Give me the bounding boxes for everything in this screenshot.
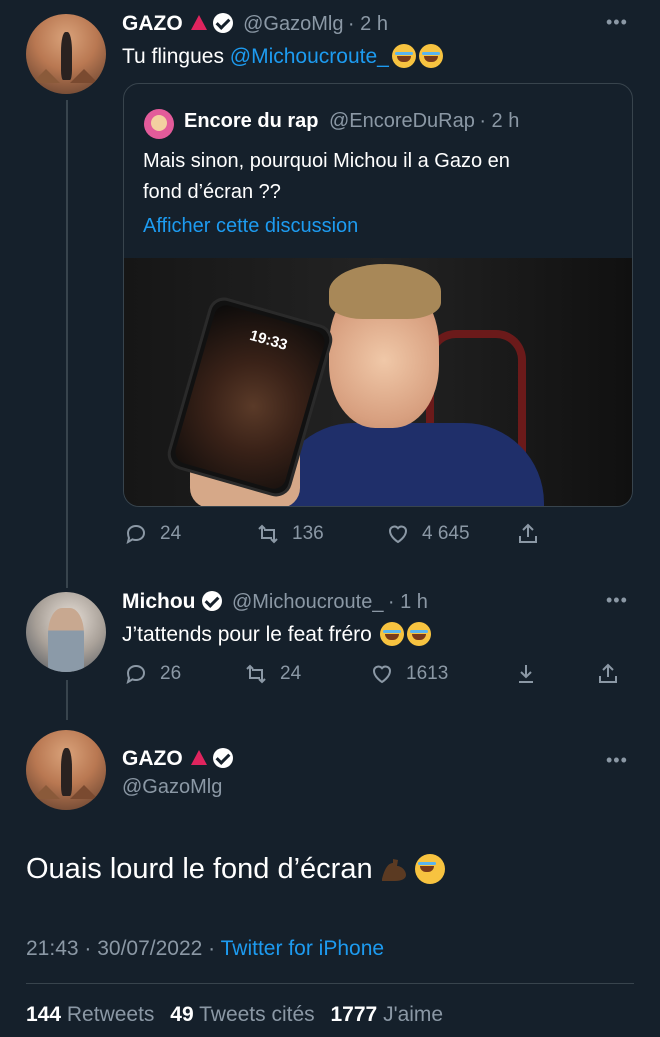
mention-link[interactable]: @Michoucroute_ <box>230 45 389 68</box>
author-handle[interactable]: @GazoMlg <box>122 776 222 799</box>
retweets-label: Retweets <box>66 1003 155 1026</box>
tweet-time[interactable]: · 2 h <box>348 13 388 35</box>
person-hair <box>329 264 441 319</box>
verified-icon <box>201 591 222 611</box>
author-handle[interactable]: @Michoucroute_ <box>232 591 383 613</box>
tweet-header: GAZO @GazoMlg · 2 h <box>122 12 388 36</box>
more-icon[interactable]: ••• <box>606 12 628 33</box>
tweet-text-body: J’tattends pour le feat fréro <box>122 623 372 646</box>
avatar[interactable] <box>26 730 106 810</box>
tweet-time[interactable]: 21:43 <box>26 937 79 960</box>
avatar[interactable] <box>26 14 106 94</box>
like-count: 1613 <box>406 663 449 684</box>
quoted-media-image[interactable]: 19:33 <box>124 258 632 506</box>
main-tweet-text-body: Ouais lourd le fond d’écran <box>26 853 373 885</box>
quotes-label: Tweets cités <box>199 1003 315 1026</box>
verified-icon <box>212 13 233 33</box>
quoted-time: · 2 h <box>479 110 520 132</box>
joy-emoji-icon <box>379 622 404 646</box>
share-button[interactable] <box>596 662 620 686</box>
tweet-timestamp: 21:43 · 30/07/2022 · Twitter for iPhone <box>26 937 385 960</box>
more-icon[interactable]: ••• <box>606 750 628 771</box>
tweet-text-prefix: Tu flingues <box>122 45 230 68</box>
heart-icon <box>372 665 392 684</box>
tweet-stats: 144 Retweets 49 Tweets cités 1777 J'aime <box>26 1003 443 1027</box>
rofl-emoji-icon <box>418 44 443 68</box>
quoted-text-line1: Mais sinon, pourquoi Michou il a Gazo en <box>143 150 510 172</box>
likes-label: J'aime <box>383 1003 444 1026</box>
tweet-source[interactable]: Twitter for iPhone <box>221 937 384 960</box>
heart-icon <box>388 525 408 544</box>
likes-stat[interactable]: 1777 J'aime <box>331 1003 444 1026</box>
reply-button[interactable]: 24 <box>124 522 181 546</box>
rofl-emoji-icon <box>391 44 416 68</box>
quotes-count: 49 <box>170 1003 194 1026</box>
divider <box>26 983 634 984</box>
thread-line <box>66 680 68 720</box>
download-arrow-icon <box>519 665 533 683</box>
person-body <box>274 423 544 506</box>
reply-button[interactable]: 26 <box>124 662 181 686</box>
likes-count: 1777 <box>330 1003 378 1026</box>
joy-emoji-icon <box>414 854 445 884</box>
verified-icon <box>212 748 233 768</box>
quoted-author-name: Encore du rap <box>184 110 319 132</box>
avatar[interactable] <box>26 592 106 672</box>
reply-icon <box>126 664 146 685</box>
retweet-icon <box>246 664 266 684</box>
retweet-button[interactable]: 136 <box>256 522 324 546</box>
red-triangle-icon <box>190 750 207 765</box>
red-triangle-icon <box>190 15 207 30</box>
author-name[interactable]: Michou <box>122 590 196 613</box>
tweet-date[interactable]: 30/07/2022 <box>97 937 202 960</box>
flexed-biceps-icon <box>381 859 406 881</box>
retweets-count: 144 <box>26 1003 62 1026</box>
retweet-count: 24 <box>280 663 302 684</box>
tweet-time[interactable]: · 1 h <box>388 591 428 613</box>
show-thread-link[interactable]: Afficher cette discussion <box>143 215 358 238</box>
share-icon <box>519 523 537 543</box>
thread-line <box>66 100 68 588</box>
tweet-text: J’tattends pour le feat fréro <box>122 622 431 647</box>
retweets-stat[interactable]: 144 Retweets <box>26 1003 154 1026</box>
quoted-tweet[interactable]: Encore du rap @EncoreDuRap · 2 h Mais si… <box>123 83 633 507</box>
main-tweet-text: Ouais lourd le fond d’écran <box>26 853 445 886</box>
bookmark-button[interactable] <box>514 662 538 686</box>
quoted-header: Encore du rap @EncoreDuRap · 2 h <box>184 110 519 133</box>
author-name[interactable]: GAZO <box>122 12 183 35</box>
like-button[interactable]: 4 645 <box>386 522 470 546</box>
quoted-avatar <box>144 109 174 139</box>
author-handle[interactable]: @GazoMlg <box>243 13 343 35</box>
quoted-text-line2: fond d’écran ?? <box>143 181 281 203</box>
reply-count: 26 <box>160 663 182 684</box>
reply-icon <box>126 524 146 545</box>
like-button[interactable]: 1613 <box>370 662 448 686</box>
share-icon <box>599 663 617 683</box>
retweet-button[interactable]: 24 <box>244 662 301 686</box>
retweet-count: 136 <box>292 523 324 544</box>
tweet-text: Tu flingues @Michoucroute_ <box>122 44 443 69</box>
reply-count: 24 <box>160 523 182 544</box>
joy-emoji-icon <box>406 622 431 646</box>
share-button[interactable] <box>516 522 540 546</box>
like-count: 4 645 <box>422 523 470 544</box>
author-name[interactable]: GAZO <box>122 747 183 770</box>
quotes-stat[interactable]: 49 Tweets cités <box>170 1003 314 1026</box>
tweet-header: Michou @Michoucroute_ · 1 h <box>122 590 428 614</box>
author-header: GAZO <box>122 747 233 771</box>
more-icon[interactable]: ••• <box>606 590 628 611</box>
retweet-icon <box>258 524 278 544</box>
quoted-handle: @EncoreDuRap <box>328 110 475 132</box>
